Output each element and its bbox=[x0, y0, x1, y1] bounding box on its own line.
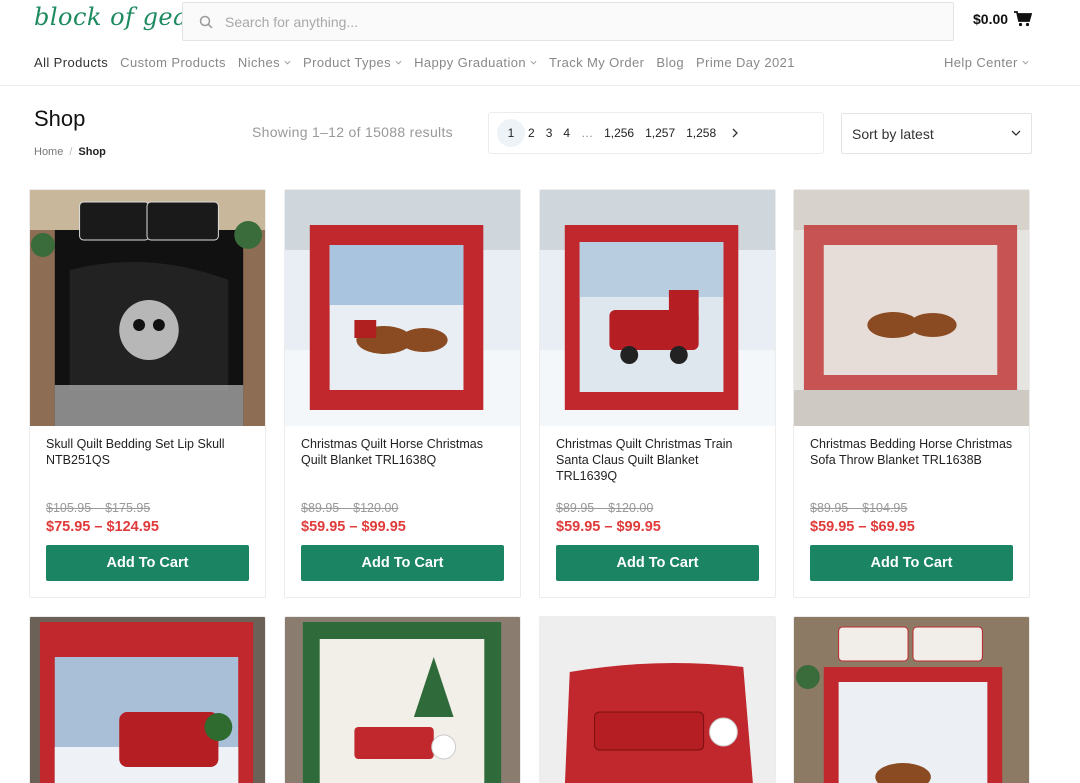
page-link[interactable]: 4 bbox=[563, 126, 570, 140]
product-card[interactable] bbox=[793, 616, 1030, 783]
product-card[interactable]: Christmas Quilt Horse Christmas Quilt Bl… bbox=[284, 189, 521, 598]
nav-niches[interactable]: Niches bbox=[238, 55, 291, 70]
search-input[interactable] bbox=[225, 11, 925, 33]
page-link[interactable]: 2 bbox=[528, 126, 535, 140]
page-link[interactable]: 1,258 bbox=[686, 126, 716, 140]
product-image[interactable] bbox=[540, 190, 775, 426]
search-icon[interactable] bbox=[199, 15, 213, 29]
cart-total: $0.00 bbox=[973, 11, 1009, 27]
page-link[interactable]: 1,256 bbox=[604, 126, 634, 140]
product-sale-price: $75.95 – $124.95 bbox=[46, 519, 159, 535]
product-sale-price: $59.95 – $99.95 bbox=[556, 519, 661, 535]
product-sale-price: $59.95 – $99.95 bbox=[301, 519, 406, 535]
product-image[interactable] bbox=[285, 617, 520, 783]
product-old-price: $105.95 – $175.95 bbox=[46, 501, 151, 515]
chevron-down-icon bbox=[284, 60, 291, 65]
site-logo[interactable]: block of gear bbox=[34, 3, 200, 31]
nav-happy-graduation[interactable]: Happy Graduation bbox=[414, 55, 537, 70]
product-old-price: $89.95 – $104.95 bbox=[810, 501, 908, 515]
chevron-down-icon bbox=[1011, 130, 1021, 136]
search-bar[interactable] bbox=[182, 2, 954, 41]
product-card[interactable]: Christmas Quilt Christmas Train Santa Cl… bbox=[539, 189, 776, 598]
product-name[interactable]: Christmas Bedding Horse Christmas Sofa T… bbox=[810, 436, 1016, 468]
product-photo-skull-bedding bbox=[30, 190, 265, 426]
product-photo-horse-blanket bbox=[794, 190, 1029, 426]
product-old-price: $89.95 – $120.00 bbox=[556, 501, 654, 515]
pagination: 1 2 3 4 … 1,256 1,257 1,258 bbox=[488, 112, 824, 154]
product-photo-train-quilt bbox=[540, 190, 775, 426]
add-to-cart-button[interactable]: Add To Cart bbox=[46, 545, 249, 581]
product-photo-horse-quilt bbox=[285, 190, 520, 426]
nav-blog[interactable]: Blog bbox=[656, 55, 684, 70]
nav-custom-products[interactable]: Custom Products bbox=[120, 55, 226, 70]
cart-icon bbox=[1014, 11, 1033, 27]
sort-select[interactable]: Sort by latest bbox=[841, 113, 1032, 154]
help-center-menu[interactable]: Help Center bbox=[944, 55, 1029, 70]
product-image[interactable] bbox=[30, 190, 265, 426]
chevron-down-icon bbox=[530, 60, 537, 65]
product-image[interactable] bbox=[794, 190, 1029, 426]
cart-button[interactable]: $0.00 bbox=[973, 11, 1033, 27]
product-image[interactable] bbox=[285, 190, 520, 426]
result-count: Showing 1–12 of 15088 results bbox=[252, 124, 453, 140]
chevron-down-icon bbox=[1022, 60, 1029, 65]
page-ellipsis: … bbox=[581, 126, 594, 140]
product-photo-horse-bedding bbox=[794, 617, 1029, 783]
product-old-price: $89.95 – $120.00 bbox=[301, 501, 399, 515]
page-link[interactable]: 1,257 bbox=[645, 126, 675, 140]
breadcrumb-separator: / bbox=[69, 146, 73, 158]
main-nav: All Products Custom Products Niches Prod… bbox=[34, 55, 807, 70]
add-to-cart-button[interactable]: Add To Cart bbox=[810, 545, 1013, 581]
page-link[interactable]: 3 bbox=[546, 126, 553, 140]
nav-product-types[interactable]: Product Types bbox=[303, 55, 402, 70]
breadcrumb: Home / Shop bbox=[34, 146, 106, 158]
add-to-cart-button[interactable]: Add To Cart bbox=[556, 545, 759, 581]
nav-prime-day[interactable]: Prime Day 2021 bbox=[696, 55, 795, 70]
nav-track-my-order[interactable]: Track My Order bbox=[549, 55, 644, 70]
sort-value: Sort by latest bbox=[852, 126, 934, 142]
product-name[interactable]: Christmas Quilt Christmas Train Santa Cl… bbox=[556, 436, 762, 484]
chevron-right-icon[interactable] bbox=[731, 128, 739, 138]
product-photo-red-truck-quilt bbox=[285, 617, 520, 783]
product-card[interactable]: Christmas Bedding Horse Christmas Sofa T… bbox=[793, 189, 1030, 598]
product-sale-price: $59.95 – $69.95 bbox=[810, 519, 915, 535]
product-photo-red-truck-pillow bbox=[540, 617, 775, 783]
product-image[interactable] bbox=[540, 617, 775, 783]
product-name[interactable]: Skull Quilt Bedding Set Lip Skull NTB251… bbox=[46, 436, 252, 468]
product-card[interactable] bbox=[284, 616, 521, 783]
page-title: Shop bbox=[34, 106, 86, 131]
breadcrumb-current: Shop bbox=[78, 146, 106, 158]
nav-all-products[interactable]: All Products bbox=[34, 55, 108, 70]
product-photo-train-quilt-2 bbox=[30, 617, 265, 783]
breadcrumb-home[interactable]: Home bbox=[34, 146, 63, 158]
product-image[interactable] bbox=[30, 617, 265, 783]
site-header: block of gear $0.00 All Products Custom … bbox=[0, 0, 1080, 86]
chevron-down-icon bbox=[395, 60, 402, 65]
product-card[interactable] bbox=[539, 616, 776, 783]
product-image[interactable] bbox=[794, 617, 1029, 783]
add-to-cart-button[interactable]: Add To Cart bbox=[301, 545, 504, 581]
product-name[interactable]: Christmas Quilt Horse Christmas Quilt Bl… bbox=[301, 436, 507, 468]
product-card[interactable]: Skull Quilt Bedding Set Lip Skull NTB251… bbox=[29, 189, 266, 598]
product-card[interactable] bbox=[29, 616, 266, 783]
page-link-current[interactable]: 1 bbox=[497, 119, 525, 147]
